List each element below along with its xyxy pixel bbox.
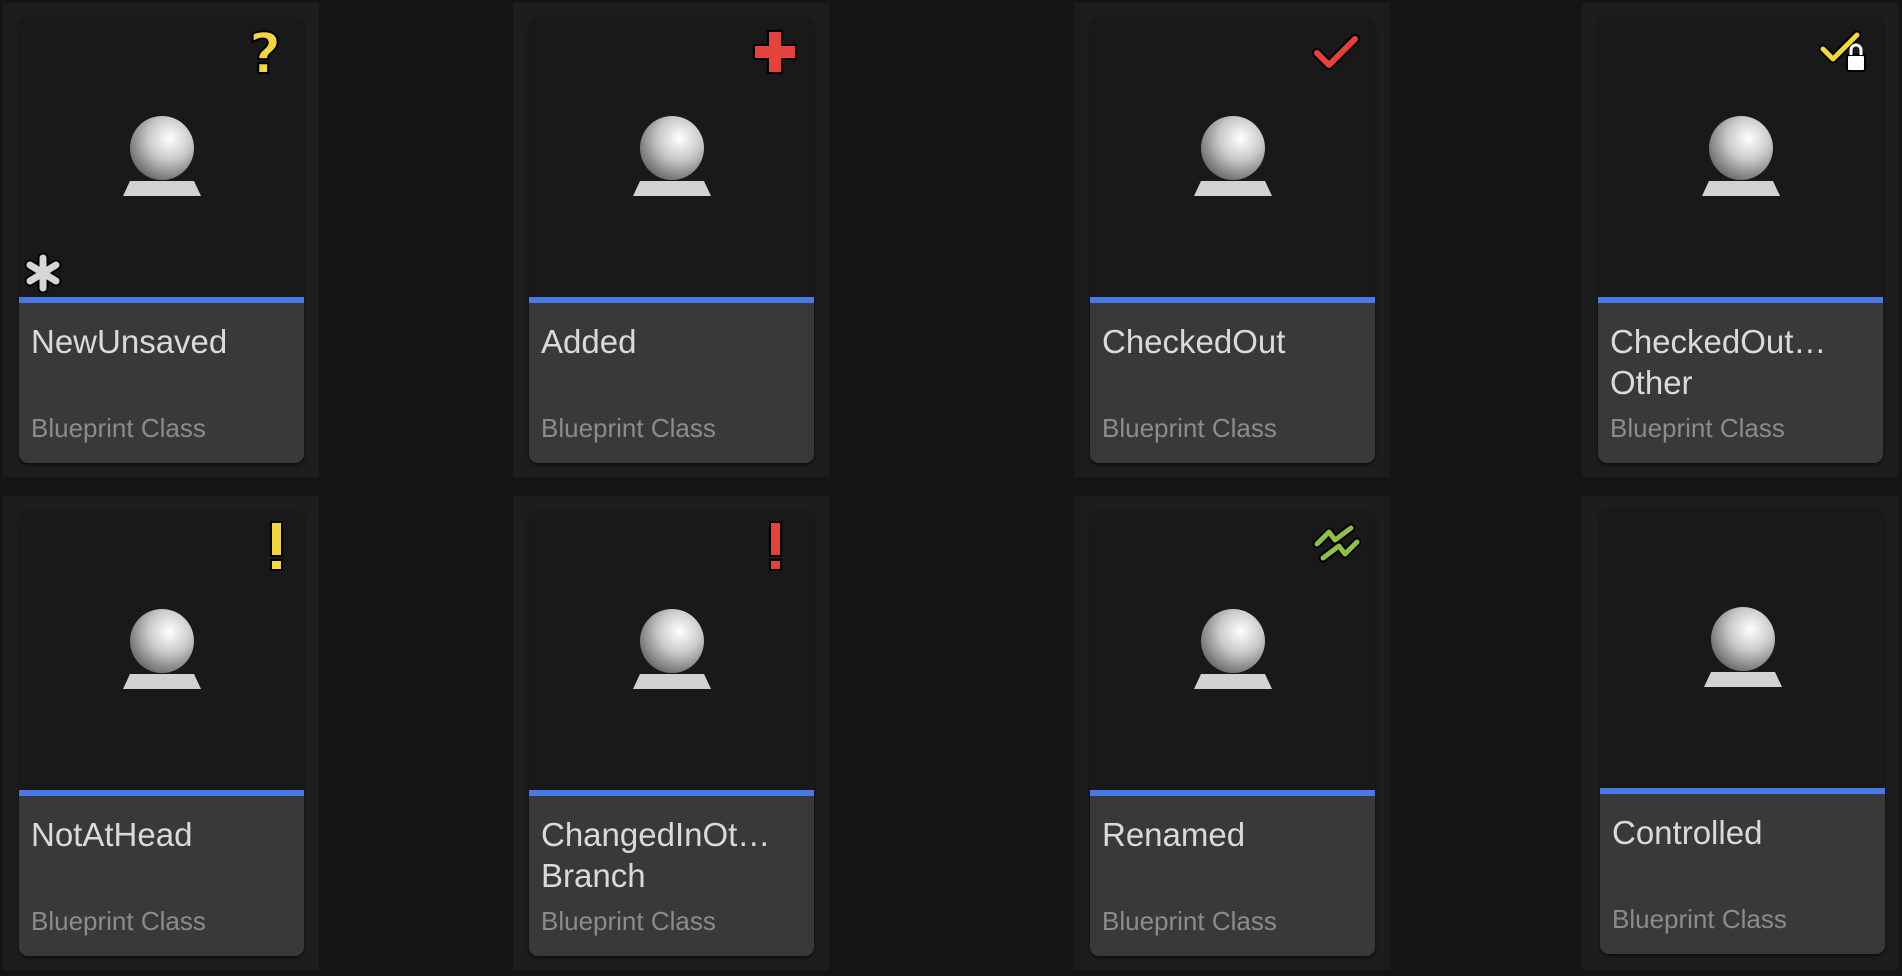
asset-type-label: Blueprint Class — [1102, 906, 1277, 936]
blueprint-sphere-icon — [633, 116, 711, 196]
asset-type-label: Blueprint Class — [1102, 413, 1277, 443]
asset-info-panel: NotAtHead Blueprint Class — [19, 796, 304, 956]
asset-thumbnail — [529, 17, 814, 297]
asset-type-label: Blueprint Class — [1610, 413, 1785, 443]
checkmark-icon — [1312, 34, 1360, 70]
asset-type-label: Blueprint Class — [541, 413, 716, 443]
asset-info-panel: ChangedInOt… Branch Blueprint Class — [529, 796, 814, 956]
renamed-arrows-icon — [1312, 523, 1361, 563]
blueprint-sphere-icon — [1702, 116, 1780, 196]
asset-cell: Controlled Blueprint Class — [1582, 496, 1898, 970]
question-icon: ? — [248, 25, 282, 81]
blueprint-sphere-icon — [1194, 116, 1272, 196]
asset-name: Controlled — [1612, 814, 1763, 851]
asset-name: NewUnsaved — [31, 323, 228, 360]
blueprint-sphere-icon — [633, 609, 711, 689]
asset-tile-newunsaved[interactable]: ? NewUnsaved Blueprint Class — [19, 17, 304, 463]
asset-grid: ? NewUnsaved Blueprint Class Added Bluep… — [0, 0, 1902, 976]
asset-info-panel: Renamed Blueprint Class — [1090, 796, 1375, 956]
blueprint-sphere-icon — [1704, 607, 1782, 687]
blueprint-sphere-icon — [123, 609, 201, 689]
asset-tile-changedinotherbranch[interactable]: ChangedInOt… Branch Blueprint Class — [529, 510, 814, 956]
asset-thumbnail — [1090, 510, 1375, 790]
exclamation-icon — [769, 521, 782, 571]
asset-type-label: Blueprint Class — [31, 413, 206, 443]
asset-name: Added — [541, 323, 637, 360]
asset-tile-notathead[interactable]: NotAtHead Blueprint Class — [19, 510, 304, 956]
asset-cell: CheckedOut Blueprint Class — [1074, 3, 1390, 477]
asset-name: ChangedInOt… Branch — [541, 816, 771, 894]
asset-cell: Added Blueprint Class — [513, 3, 829, 477]
asset-name: Renamed — [1102, 816, 1246, 853]
asset-thumbnail: ? — [19, 17, 304, 297]
asset-tile-controlled[interactable]: Controlled Blueprint Class — [1600, 508, 1885, 954]
svg-text:?: ? — [249, 25, 281, 81]
asset-info-panel: NewUnsaved Blueprint Class — [19, 303, 304, 463]
blueprint-sphere-icon — [1194, 609, 1272, 689]
asset-info-panel: Controlled Blueprint Class — [1600, 794, 1885, 954]
asset-cell: ChangedInOt… Branch Blueprint Class — [513, 496, 829, 970]
plus-icon — [753, 30, 797, 74]
asset-info-panel: Added Blueprint Class — [529, 303, 814, 463]
unsaved-asterisk-icon — [24, 253, 62, 293]
asset-thumbnail — [19, 510, 304, 790]
asset-tile-checkedout[interactable]: CheckedOut Blueprint Class — [1090, 17, 1375, 463]
asset-cell: CheckedOut… Other Blueprint Class — [1582, 3, 1898, 477]
checkmark-lock-icon — [1819, 30, 1866, 72]
asset-name: CheckedOut… Other — [1610, 323, 1827, 401]
asset-info-panel: CheckedOut Blueprint Class — [1090, 303, 1375, 463]
asset-cell: Renamed Blueprint Class — [1074, 496, 1390, 970]
asset-tile-renamed[interactable]: Renamed Blueprint Class — [1090, 510, 1375, 956]
asset-type-label: Blueprint Class — [31, 906, 206, 936]
asset-type-label: Blueprint Class — [541, 906, 716, 936]
asset-name: CheckedOut — [1102, 323, 1286, 360]
asset-thumbnail — [1600, 508, 1885, 788]
asset-thumbnail — [1598, 17, 1883, 297]
asset-tile-added[interactable]: Added Blueprint Class — [529, 17, 814, 463]
asset-info-panel: CheckedOut… Other Blueprint Class — [1598, 303, 1883, 463]
asset-tile-checkedout-other[interactable]: CheckedOut… Other Blueprint Class — [1598, 17, 1883, 463]
exclamation-icon — [270, 521, 283, 571]
asset-name: NotAtHead — [31, 816, 193, 853]
asset-thumbnail — [1090, 17, 1375, 297]
asset-thumbnail — [529, 510, 814, 790]
asset-type-label: Blueprint Class — [1612, 904, 1787, 934]
blueprint-sphere-icon — [123, 116, 201, 196]
asset-cell: NotAtHead Blueprint Class — [3, 496, 319, 970]
asset-cell: ? NewUnsaved Blueprint Class — [3, 3, 319, 477]
